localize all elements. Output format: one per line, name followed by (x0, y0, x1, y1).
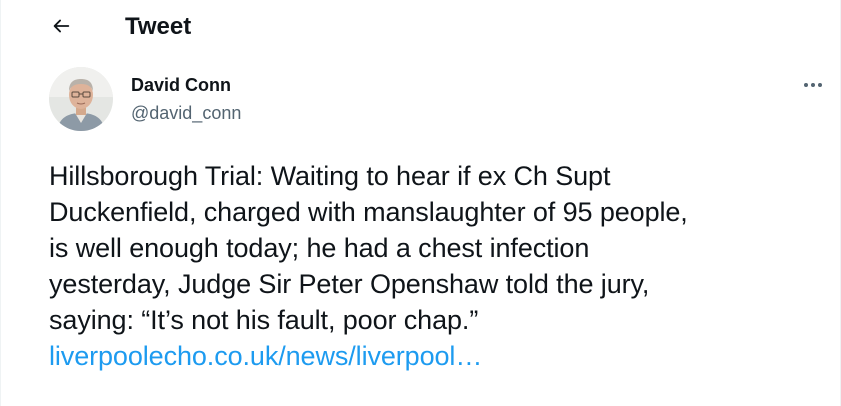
author-name[interactable]: David Conn (131, 74, 231, 96)
top-bar: Tweet (1, 0, 840, 54)
more-button[interactable] (793, 72, 833, 102)
back-button[interactable] (43, 10, 79, 46)
tweet-text-line: Hillsborough Trial: Waiting to hear if e… (49, 161, 611, 191)
page-title: Tweet (125, 13, 192, 40)
tweet-page: Tweet David Conn @david_conn Hillsboroug… (0, 0, 841, 406)
author-handle[interactable]: @david_conn (131, 102, 241, 124)
tweet-text-line: saying: “It’s not his fault, poor chap.” (49, 305, 479, 335)
tweet-text-line: Duckenfield, charged with manslaughter o… (49, 197, 688, 227)
more-horizontal-icon (801, 73, 825, 102)
tweet-text: Hillsborough Trial: Waiting to hear if e… (49, 158, 839, 374)
arrow-left-icon (50, 15, 72, 42)
tweet-text-line: is well enough today; he had a chest inf… (49, 233, 590, 263)
tweet-text-line: yesterday, Judge Sir Peter Openshaw told… (49, 269, 650, 299)
tweet-link[interactable]: liverpoolecho.co.uk/news/liverpool… (49, 341, 482, 371)
avatar[interactable] (49, 67, 113, 131)
